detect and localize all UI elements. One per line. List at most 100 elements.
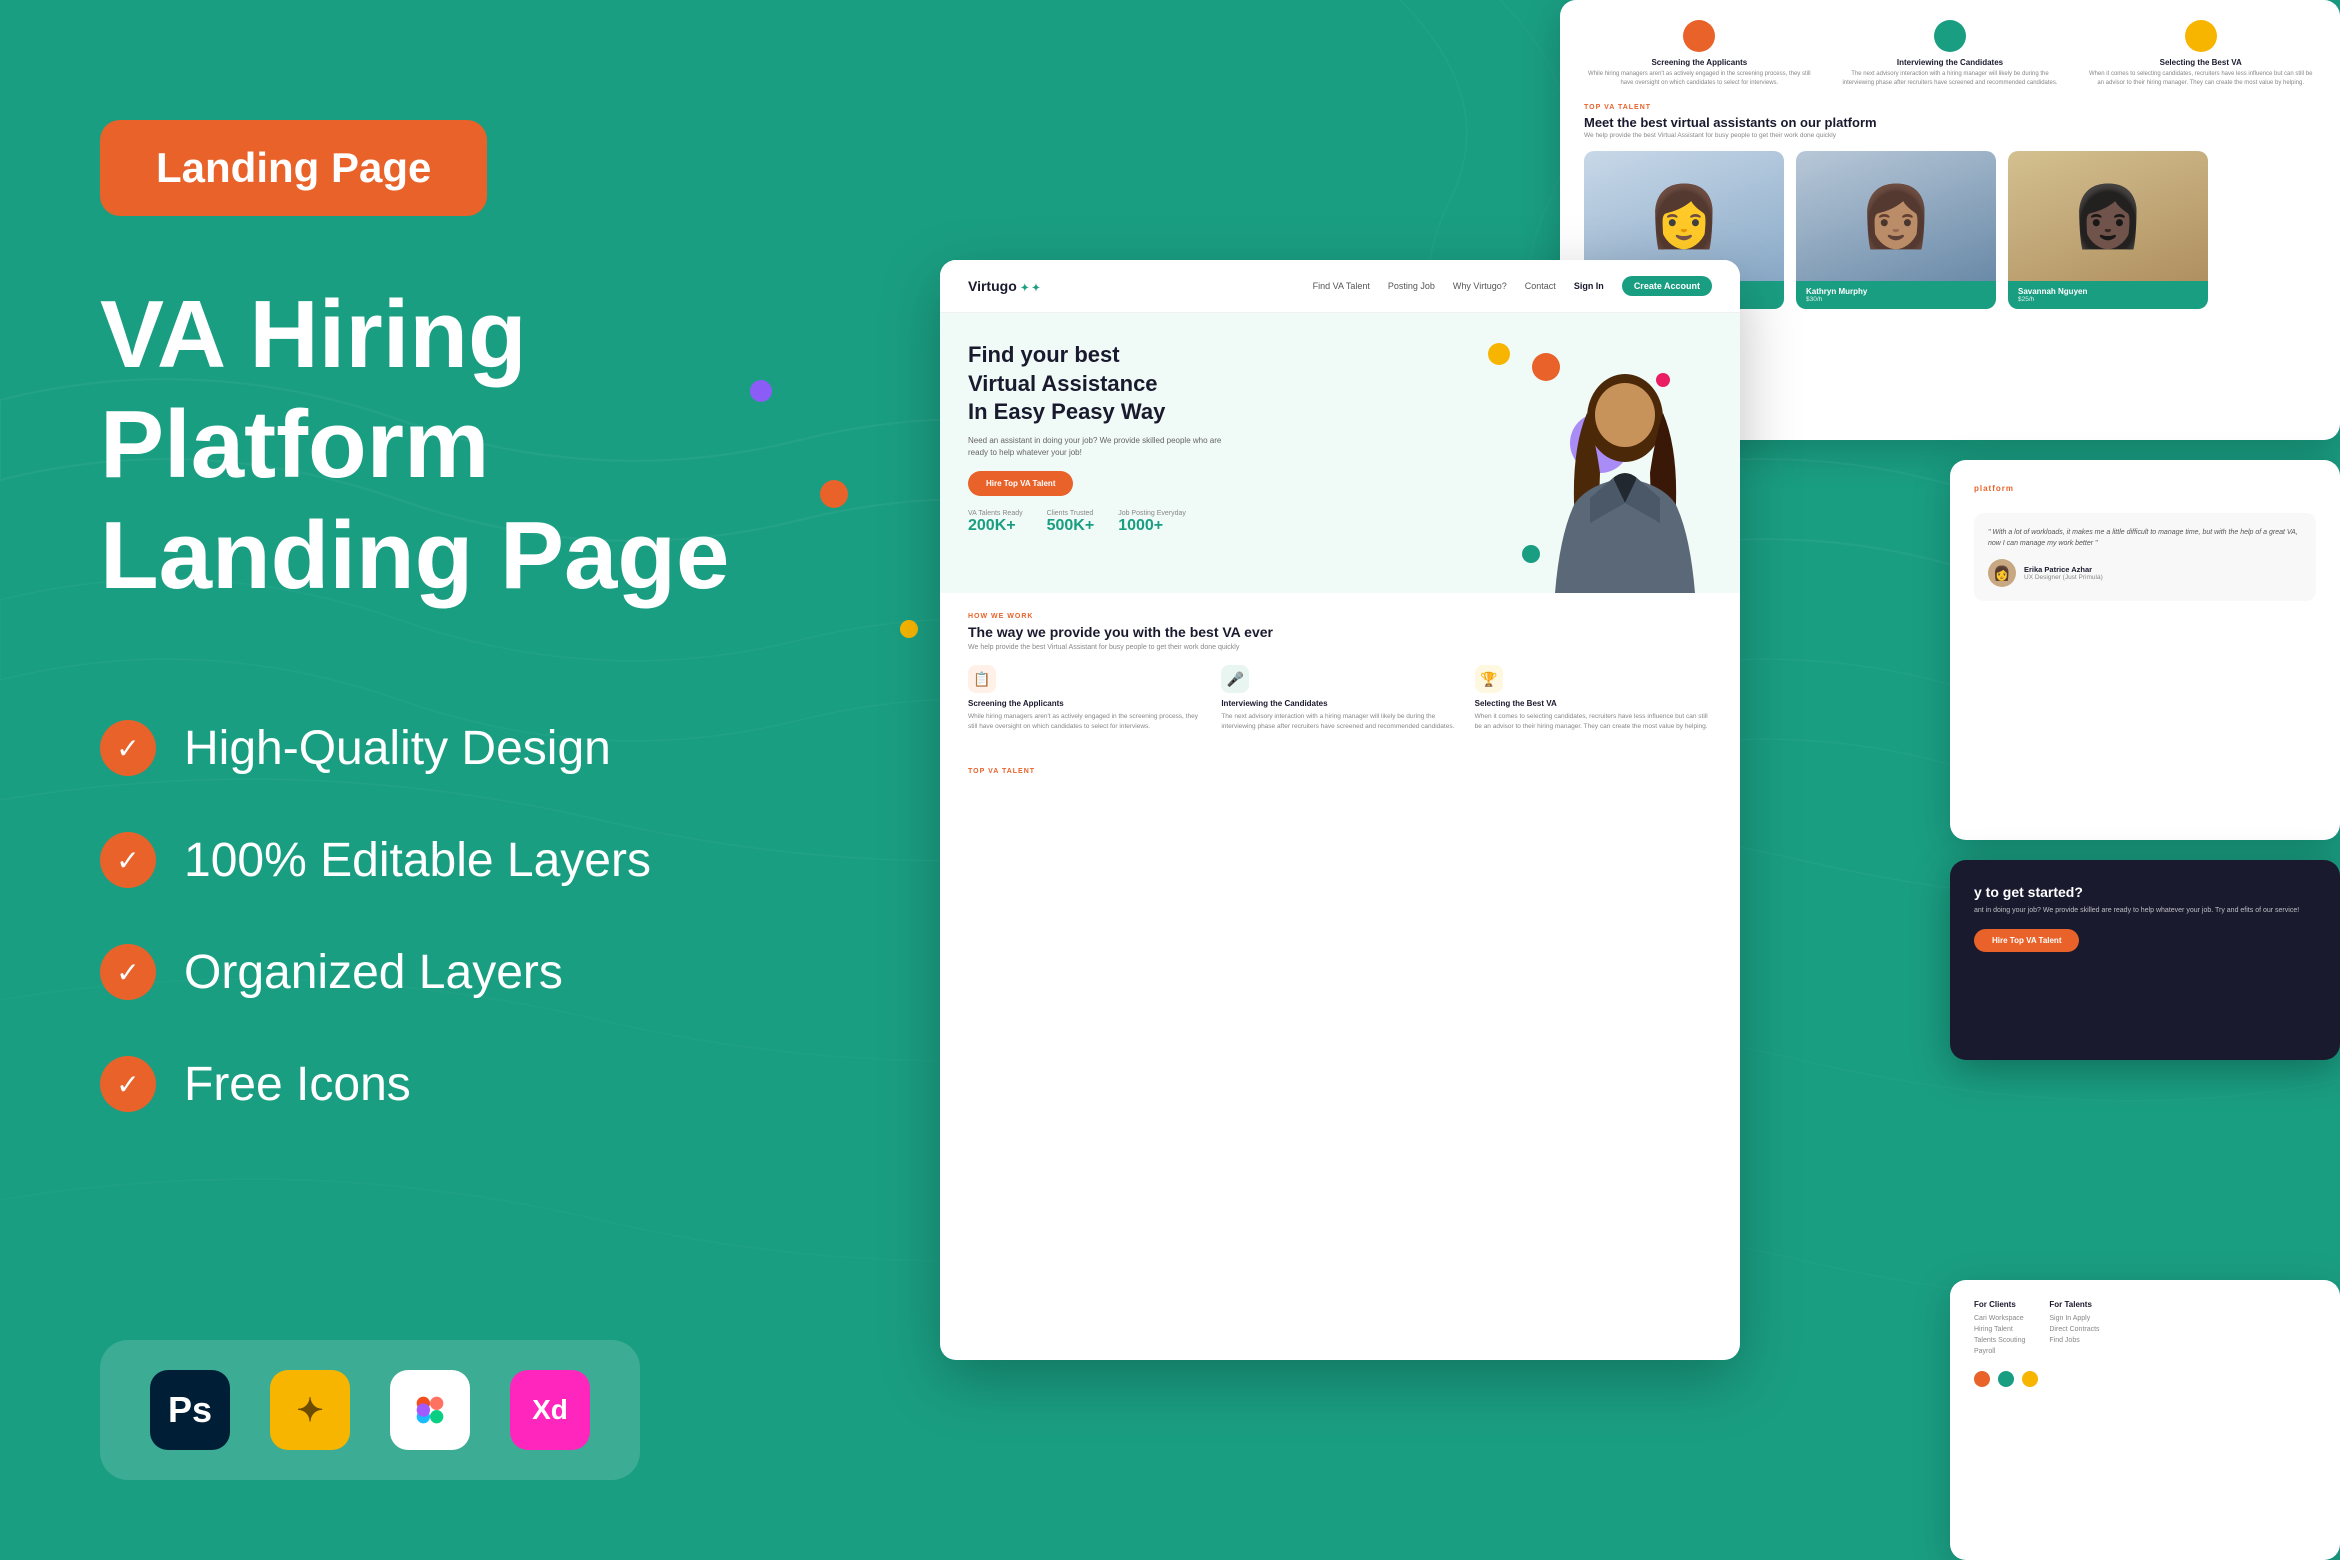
nav-link-1[interactable]: Find VA Talent <box>1313 281 1370 291</box>
feature-text-2: 100% Editable Layers <box>184 833 651 888</box>
preview-logo: Virtugo ✦ ✦ <box>968 278 1040 294</box>
xd-icon: Xd <box>510 1370 590 1450</box>
check-icon-4: ✓ <box>100 1056 156 1112</box>
selecting-card-icon: 🏆 <box>1475 665 1503 693</box>
hero-woman-figure <box>1540 373 1710 593</box>
preview-nav-links: Find VA Talent Posting Job Why Virtugo? … <box>1313 276 1712 296</box>
testimonial-author: 👩 Erika Patrice Azhar UX Designer (Just … <box>1988 559 2302 587</box>
create-account-button[interactable]: Create Account <box>1622 276 1712 296</box>
talents-title: For Talents <box>2049 1300 2099 1309</box>
footer-panel: For Clients Cari Workspace Hiring Talent… <box>1950 1280 2340 1560</box>
preview-hero: Find your best Virtual Assistance In Eas… <box>940 313 1740 593</box>
cta-description: ant in doing your job? We provide skille… <box>1974 906 2316 917</box>
preview-navbar: Virtugo ✦ ✦ Find VA Talent Posting Job W… <box>940 260 1740 313</box>
sign-in-link[interactable]: Sign In <box>1574 281 1604 291</box>
how-cards: 📋 Screening the Applicants While hiring … <box>968 665 1712 732</box>
top-va-label: TOP VA TALENT <box>968 768 1712 775</box>
left-panel: Landing Page VA Hiring Platform Landing … <box>0 0 880 1560</box>
author-role: UX Designer (Just Primula) <box>2024 574 2103 581</box>
author-avatar: 👩 <box>1988 559 2016 587</box>
feature-text-1: High-Quality Design <box>184 721 611 776</box>
main-landing-preview: Virtugo ✦ ✦ Find VA Talent Posting Job W… <box>940 260 1740 1360</box>
social-links <box>1974 1371 2316 1387</box>
client-item-2: Hiring Talent <box>1974 1326 2025 1333</box>
va-price-3: $25/h <box>2018 296 2198 303</box>
interviewing-card-icon: 🎤 <box>1221 665 1249 693</box>
how-title: The way we provide you with the best VA … <box>968 624 1712 640</box>
social-icon-1 <box>1974 1371 1990 1387</box>
cta-question: y to get started? <box>1974 884 2316 900</box>
va-card-info-3: Savannah Nguyen $25/h <box>2008 281 2208 309</box>
cta-dark-panel: y to get started? ant in doing your job?… <box>1950 860 2340 1060</box>
screening-card-title: Screening the Applicants <box>968 699 1205 708</box>
footer-col-talents: For Talents Sign In Apply Direct Contrac… <box>2049 1300 2099 1359</box>
hero-cta-button[interactable]: Hire Top VA Talent <box>968 471 1073 496</box>
feature-item-3: ✓ Organized Layers <box>100 944 651 1000</box>
social-icon-3 <box>2022 1371 2038 1387</box>
testimonial-quote: " With a lot of workloads, it makes me a… <box>1988 527 2302 549</box>
selecting-icon <box>2185 20 2217 52</box>
va-section-subtitle: We help provide the best Virtual Assista… <box>1584 132 2316 139</box>
sketch-icon: ✦ <box>270 1370 350 1450</box>
features-list: ✓ High-Quality Design ✓ 100% Editable La… <box>100 720 651 1168</box>
nav-link-4[interactable]: Contact <box>1525 281 1556 291</box>
how-card-1: 📋 Screening the Applicants While hiring … <box>968 665 1205 732</box>
interviewing-card-title: Interviewing the Candidates <box>1221 699 1458 708</box>
check-icon-3: ✓ <box>100 944 156 1000</box>
preview-how-section: HOW WE WORK The way we provide you with … <box>940 593 1740 752</box>
selecting-card-desc: When it comes to selecting candidates, r… <box>1475 712 1712 732</box>
va-card-3: 👩🏿 Savannah Nguyen $25/h <box>2008 151 2208 309</box>
va-card-info-2: Kathryn Murphy $30/h <box>1796 281 1996 309</box>
va-price-2: $30/h <box>1806 296 1986 303</box>
stat-job-postings: Job Posting Everyday 1000+ <box>1118 510 1186 535</box>
selecting-card-title: Selecting the Best VA <box>1475 699 1712 708</box>
check-icon-1: ✓ <box>100 720 156 776</box>
talent-item-1: Sign In Apply <box>2049 1315 2099 1322</box>
how-card-3: 🏆 Selecting the Best VA When it comes to… <box>1475 665 1712 732</box>
interviewing-card-desc: The next advisory interaction with a hir… <box>1221 712 1458 732</box>
hero-title: Find your best Virtual Assistance In Eas… <box>968 341 1268 427</box>
screening-card-icon: 📋 <box>968 665 996 693</box>
feature-text-4: Free Icons <box>184 1057 411 1112</box>
author-name: Erika Patrice Azhar <box>2024 565 2103 574</box>
hero-subtitle: Need an assistant in doing your job? We … <box>968 435 1228 459</box>
screening-card-desc: While hiring managers aren't as actively… <box>968 712 1205 732</box>
testimonial-box: " With a lot of workloads, it makes me a… <box>1974 513 2316 601</box>
va-name-3: Savannah Nguyen <box>2018 287 2198 296</box>
how-label: HOW WE WORK <box>968 613 1712 620</box>
stat-va-talents: VA Talents Ready 200K+ <box>968 510 1023 535</box>
feature-text-3: Organized Layers <box>184 945 563 1000</box>
check-icon-2: ✓ <box>100 832 156 888</box>
stat-clients: Clients Trusted 500K+ <box>1047 510 1095 535</box>
client-item-3: Talents Scouting <box>1974 1337 2025 1344</box>
footer-columns: For Clients Cari Workspace Hiring Talent… <box>1974 1300 2316 1359</box>
process-step-2: Interviewing the Candidates The next adv… <box>1835 20 2066 88</box>
figma-icon <box>390 1370 470 1450</box>
talent-item-2: Direct Contracts <box>2049 1326 2099 1333</box>
software-icons-row: Ps ✦ Xd <box>100 1340 640 1480</box>
nav-link-3[interactable]: Why Virtugo? <box>1453 281 1507 291</box>
photoshop-icon: Ps <box>150 1370 230 1450</box>
cta-button[interactable]: Hire Top VA Talent <box>1974 929 2079 952</box>
process-title-2: Interviewing the Candidates <box>1835 58 2066 67</box>
clients-title: For Clients <box>1974 1300 2025 1309</box>
feature-item-2: ✓ 100% Editable Layers <box>100 832 651 888</box>
process-steps-row: Screening the Applicants While hiring ma… <box>1584 20 2316 88</box>
process-title-3: Selecting the Best VA <box>2085 58 2316 67</box>
feature-item-1: ✓ High-Quality Design <box>100 720 651 776</box>
label-badge: Landing Page <box>100 120 487 216</box>
nav-link-2[interactable]: Posting Job <box>1388 281 1435 291</box>
platform-label: platform <box>1974 484 2316 493</box>
va-card-2: 👩🏽 Kathryn Murphy $30/h <box>1796 151 1996 309</box>
va-section-title: Meet the best virtual assistants on our … <box>1584 115 2316 130</box>
client-item-1: Cari Workspace <box>1974 1315 2025 1322</box>
deco-circle-yellow <box>1488 343 1510 365</box>
footer-col-clients: For Clients Cari Workspace Hiring Talent… <box>1974 1300 2025 1359</box>
va-name-2: Kathryn Murphy <box>1806 287 1986 296</box>
process-title-1: Screening the Applicants <box>1584 58 1815 67</box>
process-step-1: Screening the Applicants While hiring ma… <box>1584 20 1815 88</box>
social-icon-2 <box>1998 1371 2014 1387</box>
screening-icon <box>1683 20 1715 52</box>
va-section-label: TOP VA TALENT <box>1584 104 2316 111</box>
testimonial-panel: platform " With a lot of workloads, it m… <box>1950 460 2340 840</box>
